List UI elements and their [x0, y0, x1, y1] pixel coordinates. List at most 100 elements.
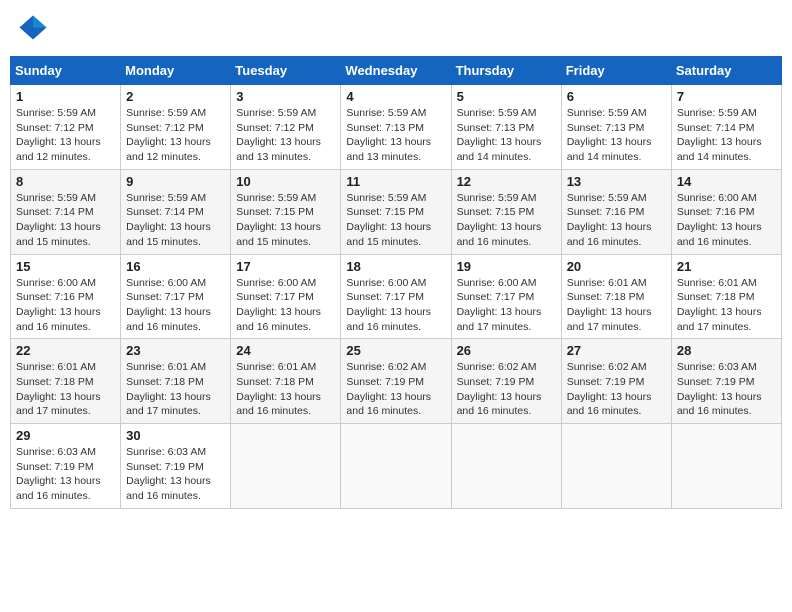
day-info: Sunrise: 6:00 AM Sunset: 7:17 PM Dayligh…	[346, 276, 445, 335]
day-number: 23	[126, 343, 225, 358]
day-info: Sunrise: 6:02 AM Sunset: 7:19 PM Dayligh…	[457, 360, 556, 419]
calendar-cell: 6 Sunrise: 5:59 AM Sunset: 7:13 PM Dayli…	[561, 85, 671, 170]
column-header-thursday: Thursday	[451, 57, 561, 85]
calendar-cell: 11 Sunrise: 5:59 AM Sunset: 7:15 PM Dayl…	[341, 169, 451, 254]
calendar-cell: 16 Sunrise: 6:00 AM Sunset: 7:17 PM Dayl…	[121, 254, 231, 339]
column-header-saturday: Saturday	[671, 57, 781, 85]
day-info: Sunrise: 6:02 AM Sunset: 7:19 PM Dayligh…	[346, 360, 445, 419]
column-header-wednesday: Wednesday	[341, 57, 451, 85]
column-header-tuesday: Tuesday	[231, 57, 341, 85]
column-header-friday: Friday	[561, 57, 671, 85]
day-info: Sunrise: 6:03 AM Sunset: 7:19 PM Dayligh…	[677, 360, 776, 419]
calendar-cell: 19 Sunrise: 6:00 AM Sunset: 7:17 PM Dayl…	[451, 254, 561, 339]
day-info: Sunrise: 5:59 AM Sunset: 7:12 PM Dayligh…	[236, 106, 335, 165]
calendar-cell	[231, 424, 341, 509]
day-number: 15	[16, 259, 115, 274]
header	[10, 10, 782, 48]
day-number: 14	[677, 174, 776, 189]
week-row-1: 1 Sunrise: 5:59 AM Sunset: 7:12 PM Dayli…	[11, 85, 782, 170]
day-info: Sunrise: 5:59 AM Sunset: 7:12 PM Dayligh…	[126, 106, 225, 165]
calendar-cell: 9 Sunrise: 5:59 AM Sunset: 7:14 PM Dayli…	[121, 169, 231, 254]
day-info: Sunrise: 5:59 AM Sunset: 7:16 PM Dayligh…	[567, 191, 666, 250]
calendar-cell	[451, 424, 561, 509]
day-number: 18	[346, 259, 445, 274]
day-info: Sunrise: 5:59 AM Sunset: 7:15 PM Dayligh…	[236, 191, 335, 250]
day-number: 5	[457, 89, 556, 104]
calendar-cell	[671, 424, 781, 509]
day-info: Sunrise: 6:01 AM Sunset: 7:18 PM Dayligh…	[126, 360, 225, 419]
day-number: 4	[346, 89, 445, 104]
day-info: Sunrise: 6:00 AM Sunset: 7:17 PM Dayligh…	[126, 276, 225, 335]
calendar-cell: 27 Sunrise: 6:02 AM Sunset: 7:19 PM Dayl…	[561, 339, 671, 424]
day-number: 30	[126, 428, 225, 443]
day-number: 19	[457, 259, 556, 274]
day-info: Sunrise: 6:01 AM Sunset: 7:18 PM Dayligh…	[16, 360, 115, 419]
calendar-cell: 5 Sunrise: 5:59 AM Sunset: 7:13 PM Dayli…	[451, 85, 561, 170]
calendar-cell: 30 Sunrise: 6:03 AM Sunset: 7:19 PM Dayl…	[121, 424, 231, 509]
calendar-cell: 28 Sunrise: 6:03 AM Sunset: 7:19 PM Dayl…	[671, 339, 781, 424]
day-number: 16	[126, 259, 225, 274]
day-number: 22	[16, 343, 115, 358]
calendar-table: SundayMondayTuesdayWednesdayThursdayFrid…	[10, 56, 782, 509]
day-info: Sunrise: 5:59 AM Sunset: 7:15 PM Dayligh…	[346, 191, 445, 250]
calendar-cell: 17 Sunrise: 6:00 AM Sunset: 7:17 PM Dayl…	[231, 254, 341, 339]
day-info: Sunrise: 6:01 AM Sunset: 7:18 PM Dayligh…	[677, 276, 776, 335]
header-row: SundayMondayTuesdayWednesdayThursdayFrid…	[11, 57, 782, 85]
calendar-cell: 7 Sunrise: 5:59 AM Sunset: 7:14 PM Dayli…	[671, 85, 781, 170]
day-info: Sunrise: 6:00 AM Sunset: 7:16 PM Dayligh…	[16, 276, 115, 335]
day-info: Sunrise: 5:59 AM Sunset: 7:13 PM Dayligh…	[346, 106, 445, 165]
column-header-monday: Monday	[121, 57, 231, 85]
day-info: Sunrise: 6:02 AM Sunset: 7:19 PM Dayligh…	[567, 360, 666, 419]
day-number: 13	[567, 174, 666, 189]
calendar-cell: 13 Sunrise: 5:59 AM Sunset: 7:16 PM Dayl…	[561, 169, 671, 254]
day-number: 1	[16, 89, 115, 104]
day-number: 11	[346, 174, 445, 189]
day-info: Sunrise: 6:01 AM Sunset: 7:18 PM Dayligh…	[236, 360, 335, 419]
day-number: 27	[567, 343, 666, 358]
day-number: 6	[567, 89, 666, 104]
day-number: 26	[457, 343, 556, 358]
calendar-cell: 24 Sunrise: 6:01 AM Sunset: 7:18 PM Dayl…	[231, 339, 341, 424]
day-number: 9	[126, 174, 225, 189]
calendar-cell	[341, 424, 451, 509]
calendar-cell: 26 Sunrise: 6:02 AM Sunset: 7:19 PM Dayl…	[451, 339, 561, 424]
day-number: 25	[346, 343, 445, 358]
week-row-4: 22 Sunrise: 6:01 AM Sunset: 7:18 PM Dayl…	[11, 339, 782, 424]
day-info: Sunrise: 5:59 AM Sunset: 7:12 PM Dayligh…	[16, 106, 115, 165]
calendar-cell: 22 Sunrise: 6:01 AM Sunset: 7:18 PM Dayl…	[11, 339, 121, 424]
calendar-cell: 20 Sunrise: 6:01 AM Sunset: 7:18 PM Dayl…	[561, 254, 671, 339]
day-info: Sunrise: 5:59 AM Sunset: 7:13 PM Dayligh…	[457, 106, 556, 165]
day-number: 7	[677, 89, 776, 104]
day-info: Sunrise: 6:00 AM Sunset: 7:16 PM Dayligh…	[677, 191, 776, 250]
calendar-cell: 15 Sunrise: 6:00 AM Sunset: 7:16 PM Dayl…	[11, 254, 121, 339]
day-info: Sunrise: 5:59 AM Sunset: 7:14 PM Dayligh…	[16, 191, 115, 250]
calendar-cell: 2 Sunrise: 5:59 AM Sunset: 7:12 PM Dayli…	[121, 85, 231, 170]
calendar-cell	[561, 424, 671, 509]
day-info: Sunrise: 6:00 AM Sunset: 7:17 PM Dayligh…	[236, 276, 335, 335]
calendar-cell: 18 Sunrise: 6:00 AM Sunset: 7:17 PM Dayl…	[341, 254, 451, 339]
calendar-cell: 3 Sunrise: 5:59 AM Sunset: 7:12 PM Dayli…	[231, 85, 341, 170]
day-number: 29	[16, 428, 115, 443]
day-info: Sunrise: 6:00 AM Sunset: 7:17 PM Dayligh…	[457, 276, 556, 335]
calendar-cell: 14 Sunrise: 6:00 AM Sunset: 7:16 PM Dayl…	[671, 169, 781, 254]
day-number: 2	[126, 89, 225, 104]
day-info: Sunrise: 6:01 AM Sunset: 7:18 PM Dayligh…	[567, 276, 666, 335]
day-info: Sunrise: 5:59 AM Sunset: 7:13 PM Dayligh…	[567, 106, 666, 165]
calendar-cell: 25 Sunrise: 6:02 AM Sunset: 7:19 PM Dayl…	[341, 339, 451, 424]
week-row-5: 29 Sunrise: 6:03 AM Sunset: 7:19 PM Dayl…	[11, 424, 782, 509]
day-number: 24	[236, 343, 335, 358]
calendar-cell: 23 Sunrise: 6:01 AM Sunset: 7:18 PM Dayl…	[121, 339, 231, 424]
day-info: Sunrise: 5:59 AM Sunset: 7:14 PM Dayligh…	[126, 191, 225, 250]
logo-icon	[18, 14, 48, 44]
calendar-cell: 21 Sunrise: 6:01 AM Sunset: 7:18 PM Dayl…	[671, 254, 781, 339]
day-number: 20	[567, 259, 666, 274]
week-row-3: 15 Sunrise: 6:00 AM Sunset: 7:16 PM Dayl…	[11, 254, 782, 339]
day-number: 17	[236, 259, 335, 274]
calendar-cell: 12 Sunrise: 5:59 AM Sunset: 7:15 PM Dayl…	[451, 169, 561, 254]
logo	[18, 14, 52, 44]
calendar-cell: 8 Sunrise: 5:59 AM Sunset: 7:14 PM Dayli…	[11, 169, 121, 254]
day-number: 10	[236, 174, 335, 189]
day-info: Sunrise: 6:03 AM Sunset: 7:19 PM Dayligh…	[16, 445, 115, 504]
calendar-cell: 29 Sunrise: 6:03 AM Sunset: 7:19 PM Dayl…	[11, 424, 121, 509]
calendar-cell: 10 Sunrise: 5:59 AM Sunset: 7:15 PM Dayl…	[231, 169, 341, 254]
